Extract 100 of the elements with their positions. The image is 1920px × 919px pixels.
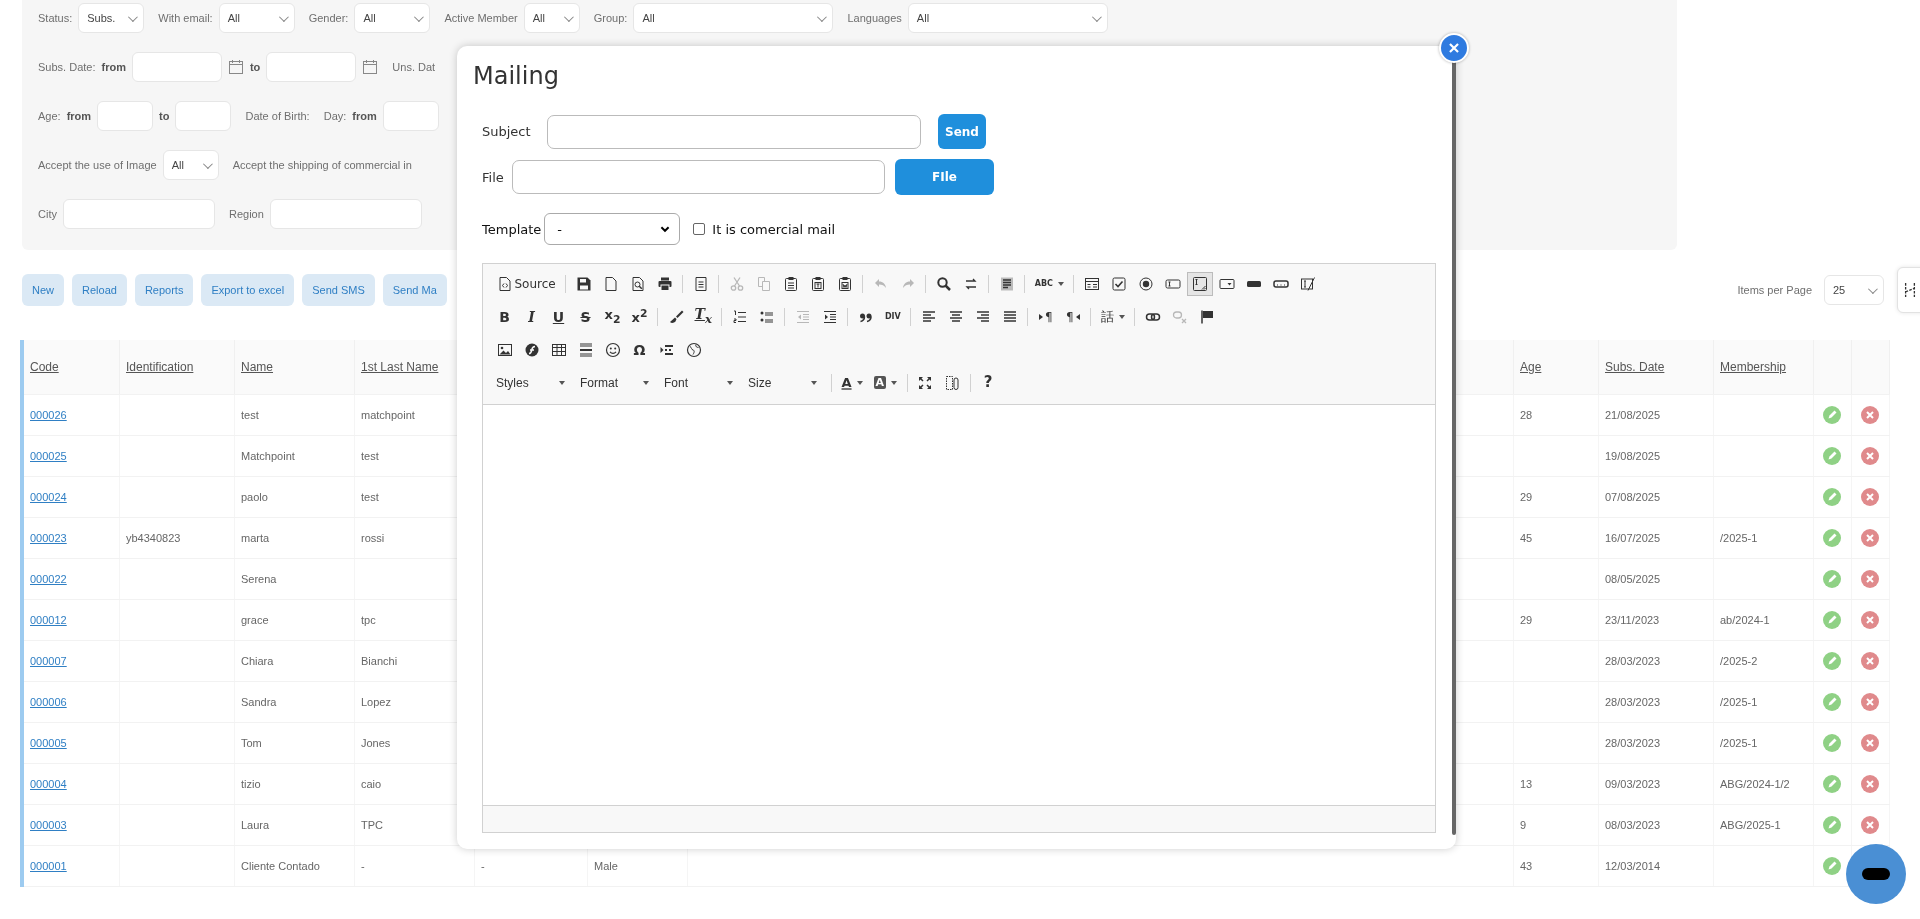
edit-icon[interactable]	[1822, 610, 1842, 630]
table-cell: marta	[241, 532, 270, 544]
align-right-icon	[974, 308, 991, 325]
edit-icon[interactable]	[1822, 815, 1842, 835]
create-div-button[interactable]: DIV	[879, 304, 906, 329]
filter-input[interactable]	[175, 101, 232, 131]
filter-select[interactable]: All	[218, 3, 295, 33]
code-link[interactable]: 000004	[30, 778, 67, 790]
delete-icon[interactable]	[1860, 487, 1880, 507]
right-to-left-button[interactable]: ¶	[1059, 304, 1086, 329]
language-button[interactable]: 話	[1095, 304, 1130, 329]
globe-icon	[685, 341, 702, 358]
edit-icon[interactable]	[1822, 692, 1842, 712]
action-button[interactable]: New	[22, 274, 64, 306]
italic-button[interactable]: I	[518, 304, 545, 329]
source-button[interactable]: Source	[491, 271, 561, 296]
delete-icon[interactable]	[1860, 446, 1880, 466]
filter-select[interactable]: All	[354, 3, 431, 33]
bold-button[interactable]: B	[491, 304, 518, 329]
filter-input[interactable]	[131, 52, 222, 82]
delete-icon[interactable]	[1860, 815, 1880, 835]
code-link[interactable]: 000006	[30, 696, 67, 708]
side-tab-button[interactable]	[1897, 267, 1920, 313]
code-link[interactable]: 000023	[30, 532, 67, 544]
superscript-button[interactable]: x$^{2}$	[626, 304, 653, 329]
action-button[interactable]: Export to excel	[201, 274, 295, 306]
filter-label: to	[159, 110, 170, 122]
background-color-button[interactable]: A	[868, 370, 903, 395]
filter-input[interactable]	[266, 52, 357, 82]
code-link[interactable]: 000007	[30, 655, 67, 667]
toolbar-dropdown[interactable]: Size	[743, 370, 823, 395]
subject-field[interactable]	[547, 114, 921, 149]
action-button[interactable]: Reload	[72, 274, 127, 306]
filter-input[interactable]	[269, 199, 422, 229]
remove-format-button[interactable]: T$_{x}$	[689, 304, 717, 329]
action-button[interactable]: Reports	[134, 274, 194, 306]
column-header[interactable]: Membership	[1714, 340, 1814, 394]
column-header[interactable]: Age	[1514, 340, 1599, 394]
table-cell: 29	[1520, 614, 1533, 626]
edit-icon[interactable]	[1822, 528, 1842, 548]
toolbar-dropdown[interactable]: Font	[659, 370, 739, 395]
special-character-button[interactable]: Ω	[626, 337, 653, 362]
filter-select[interactable]: All	[633, 3, 834, 33]
edit-icon[interactable]	[1822, 774, 1842, 794]
edit-icon[interactable]	[1822, 487, 1842, 507]
filter-select[interactable]: All	[162, 150, 219, 180]
code-link[interactable]: 000022	[30, 573, 67, 585]
column-header[interactable]: Name	[235, 340, 355, 394]
strikethrough-button[interactable]: S	[572, 304, 599, 329]
text-area-tool-button[interactable]	[1186, 271, 1213, 296]
delete-icon[interactable]	[1860, 733, 1880, 753]
filter-select[interactable]: All	[523, 3, 580, 33]
filter-input[interactable]	[97, 101, 154, 131]
code-link[interactable]: 000025	[30, 450, 67, 462]
filter-input[interactable]	[62, 199, 215, 229]
action-button[interactable]: Send Ma	[382, 274, 447, 306]
filter-select[interactable]: All	[907, 3, 1108, 33]
code-link[interactable]: 000012	[30, 614, 67, 626]
delete-icon[interactable]	[1860, 569, 1880, 589]
filter-select[interactable]: Subs.	[78, 3, 145, 33]
delete-icon[interactable]	[1860, 651, 1880, 671]
file-field[interactable]	[512, 160, 885, 194]
code-link[interactable]: 000005	[30, 737, 67, 749]
items-per-page-select[interactable]: 25	[1824, 275, 1884, 305]
toolbar-dropdown[interactable]: Styles	[491, 370, 571, 395]
code-link[interactable]: 000003	[30, 819, 67, 831]
edit-icon[interactable]	[1822, 856, 1842, 876]
delete-icon[interactable]	[1860, 405, 1880, 425]
filter-input[interactable]	[382, 101, 439, 131]
code-link[interactable]: 000026	[30, 409, 67, 421]
commercial-checkbox[interactable]	[693, 223, 706, 235]
split-lines-icon	[1903, 280, 1917, 300]
action-button[interactable]: Send SMS	[302, 274, 375, 306]
edit-icon[interactable]	[1822, 733, 1842, 753]
delete-icon[interactable]	[1860, 692, 1880, 712]
left-to-right-button[interactable]: ¶	[1032, 304, 1059, 329]
delete-icon[interactable]	[1860, 774, 1880, 794]
calendar-icon[interactable]	[362, 59, 379, 75]
template-select[interactable]: -	[544, 213, 681, 245]
edit-icon[interactable]	[1822, 446, 1842, 466]
column-header[interactable]: Identification	[120, 340, 235, 394]
edit-icon[interactable]	[1822, 405, 1842, 425]
edit-icon[interactable]	[1822, 651, 1842, 671]
column-header[interactable]: Subs. Date	[1599, 340, 1714, 394]
subscript-button[interactable]: x$_{2}$	[599, 304, 626, 329]
chat-button[interactable]	[1846, 844, 1906, 904]
delete-icon[interactable]	[1860, 528, 1880, 548]
edit-icon[interactable]	[1822, 569, 1842, 589]
text-color-button[interactable]: A	[836, 370, 868, 395]
underline-button[interactable]: U	[545, 304, 572, 329]
code-link[interactable]: 000024	[30, 491, 67, 503]
column-header[interactable]: Code	[24, 340, 120, 394]
spellcheck-button[interactable]: ABC	[1029, 271, 1069, 296]
delete-icon[interactable]	[1860, 610, 1880, 630]
help-button[interactable]: ?	[975, 370, 1002, 395]
code-link[interactable]: 000001	[30, 860, 67, 872]
toolbar-dropdown[interactable]: Format	[575, 370, 655, 395]
table-cell: -	[481, 860, 485, 872]
scrollbar[interactable]	[1452, 60, 1456, 835]
calendar-icon[interactable]	[227, 59, 244, 75]
